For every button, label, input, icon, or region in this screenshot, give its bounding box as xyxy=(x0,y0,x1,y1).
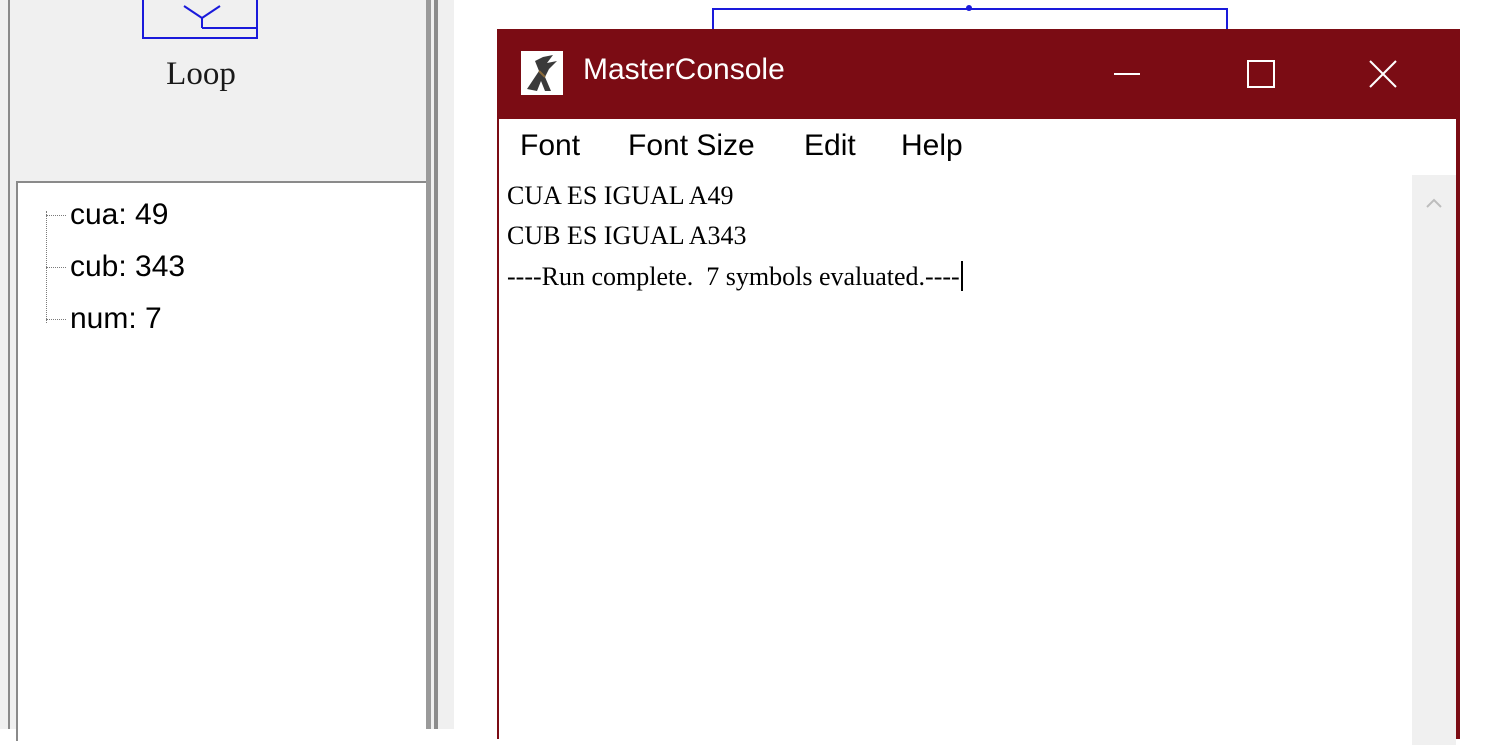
raptor-icon xyxy=(521,51,563,95)
title-bar[interactable]: MasterConsole xyxy=(497,29,1460,119)
minimize-icon xyxy=(1114,73,1140,75)
console-line: CUA ES IGUAL A49 xyxy=(507,181,734,210)
tree-branch xyxy=(46,214,66,216)
variable-label: cub: 343 xyxy=(70,250,186,283)
variable-item[interactable]: cub: 343 xyxy=(46,247,185,287)
loop-symbol-label[interactable]: Loop xyxy=(140,56,262,93)
menu-edit[interactable]: Edit xyxy=(804,129,856,163)
maximize-icon xyxy=(1247,60,1275,88)
console-line: CUB ES IGUAL A343 xyxy=(507,221,747,250)
console-output[interactable]: CUA ES IGUAL A49 CUB ES IGUAL A343 ----R… xyxy=(499,175,1412,745)
tree-branch xyxy=(46,318,66,320)
console-line-text: ----Run complete. 7 symbols evaluated.--… xyxy=(507,262,960,291)
scroll-up-button[interactable] xyxy=(1412,193,1456,213)
variable-label: cua: 49 xyxy=(70,198,169,231)
minimize-button[interactable] xyxy=(1069,29,1185,119)
window-title: MasterConsole xyxy=(583,53,785,86)
menu-font-size[interactable]: Font Size xyxy=(628,129,755,163)
loop-symbol-icon[interactable] xyxy=(142,0,258,39)
menu-help[interactable]: Help xyxy=(901,129,963,163)
canvas-margin xyxy=(438,0,454,729)
close-icon xyxy=(1369,60,1397,88)
close-button[interactable] xyxy=(1325,29,1441,119)
left-border xyxy=(0,0,10,729)
menu-font[interactable]: Font xyxy=(520,129,580,163)
variables-panel: cua: 49 cub: 343 num: 7 xyxy=(16,181,426,741)
variable-item[interactable]: num: 7 xyxy=(46,299,162,339)
variable-item[interactable]: cua: 49 xyxy=(46,195,168,235)
text-caret xyxy=(960,261,963,291)
maximize-button[interactable] xyxy=(1203,29,1319,119)
chevron-up-icon xyxy=(1426,198,1442,208)
flowchart-connector-dot xyxy=(966,5,972,11)
console-line-last: ----Run complete. 7 symbols evaluated.--… xyxy=(507,261,963,292)
vertical-scrollbar[interactable] xyxy=(1412,175,1456,745)
tree-branch xyxy=(46,266,66,268)
symbol-palette: Loop cua: 49 cub: 343 num: 7 xyxy=(0,0,430,741)
master-console-window: MasterConsole Font Font Size Edit Help C… xyxy=(497,29,1460,745)
variable-label: num: 7 xyxy=(70,302,162,335)
menu-bar: Font Font Size Edit Help xyxy=(499,119,1456,175)
